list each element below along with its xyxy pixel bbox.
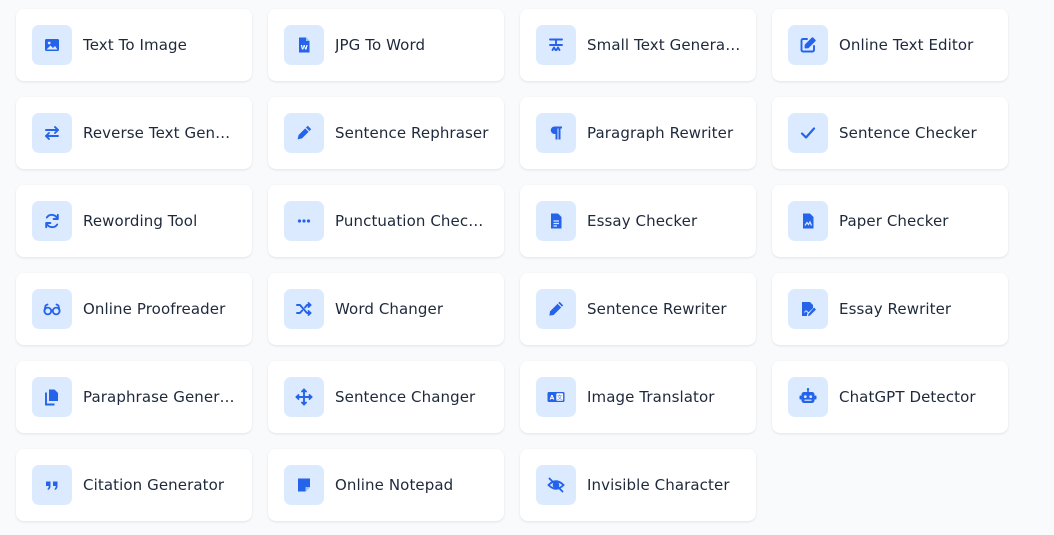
checkmark-icon [788,113,828,153]
tool-card-sentence-changer[interactable]: Sentence Changer [268,361,504,433]
tool-label: Text To Image [83,36,187,54]
tool-card-jpg-to-word[interactable]: W JPG To Word [268,9,504,81]
tool-label: JPG To Word [335,36,426,54]
tool-label: Essay Rewriter [839,300,952,318]
shuffle-icon [284,289,324,329]
tool-label: Sentence Changer [335,388,476,406]
tool-label: Sentence Rewriter [587,300,727,318]
tool-card-word-changer[interactable]: Word Changer [268,273,504,345]
tool-label: Rewording Tool [83,212,198,230]
tool-card-paper-checker[interactable]: Paper Checker [772,185,1008,257]
tool-label: Punctuation Checker [335,212,490,230]
tool-card-text-to-image[interactable]: Text To Image [16,9,252,81]
refresh-icon [32,201,72,241]
tool-label: Paraphrase Generator [83,388,238,406]
svg-text:W: W [301,44,308,52]
tool-card-essay-rewriter[interactable]: Essay Rewriter [772,273,1008,345]
glasses-icon [32,289,72,329]
tool-label: Reverse Text Generator [83,124,238,142]
tool-card-paragraph-rewriter[interactable]: Paragraph Rewriter [520,97,756,169]
tool-card-online-text-editor[interactable]: Online Text Editor [772,9,1008,81]
svg-text:A: A [550,395,555,402]
swap-arrows-icon [32,113,72,153]
tool-label: Online Text Editor [839,36,974,54]
move-arrows-icon [284,377,324,417]
tool-card-sentence-rephraser[interactable]: Sentence Rephraser [268,97,504,169]
tool-card-invisible-character[interactable]: Invisible Character [520,449,756,521]
tool-label: Sentence Rephraser [335,124,489,142]
tool-card-sentence-checker[interactable]: Sentence Checker [772,97,1008,169]
tool-label: Word Changer [335,300,444,318]
copy-icon [32,377,72,417]
pen-icon [284,113,324,153]
eye-slash-icon [536,465,576,505]
paper-icon [788,201,828,241]
tool-card-sentence-rewriter[interactable]: Sentence Rewriter [520,273,756,345]
language-icon: A文 [536,377,576,417]
ellipsis-icon [284,201,324,241]
tool-label: Online Proofreader [83,300,226,318]
svg-text:文: 文 [557,393,563,401]
text-resize-icon [536,25,576,65]
edit-icon [788,25,828,65]
tool-card-citation-generator[interactable]: Citation Generator [16,449,252,521]
quote-icon [32,465,72,505]
tool-card-reverse-text-generator[interactable]: Reverse Text Generator [16,97,252,169]
tool-label: Image Translator [587,388,715,406]
tool-label: Paragraph Rewriter [587,124,734,142]
tool-card-rewording-tool[interactable]: Rewording Tool [16,185,252,257]
tool-card-paraphrase-generator[interactable]: Paraphrase Generator [16,361,252,433]
document-icon [536,201,576,241]
tools-grid: Text To Image W JPG To Word Small Text G… [16,9,1008,521]
tool-label: Essay Checker [587,212,698,230]
image-icon [32,25,72,65]
tool-label: Paper Checker [839,212,949,230]
tool-label: Citation Generator [83,476,225,494]
tool-card-small-text-generator[interactable]: Small Text Generator [520,9,756,81]
word-file-icon: W [284,25,324,65]
tool-label: Online Notepad [335,476,454,494]
pilcrow-icon [536,113,576,153]
tool-label: Invisible Character [587,476,730,494]
robot-icon [788,377,828,417]
tool-label: Sentence Checker [839,124,977,142]
tool-label: ChatGPT Detector [839,388,976,406]
tool-card-image-translator[interactable]: A文 Image Translator [520,361,756,433]
note-icon [284,465,324,505]
pencil-icon [536,289,576,329]
signature-icon [788,289,828,329]
tool-card-essay-checker[interactable]: Essay Checker [520,185,756,257]
tool-card-online-proofreader[interactable]: Online Proofreader [16,273,252,345]
tool-label: Small Text Generator [587,36,742,54]
tool-card-chatgpt-detector[interactable]: ChatGPT Detector [772,361,1008,433]
tool-card-punctuation-checker[interactable]: Punctuation Checker [268,185,504,257]
tool-card-online-notepad[interactable]: Online Notepad [268,449,504,521]
